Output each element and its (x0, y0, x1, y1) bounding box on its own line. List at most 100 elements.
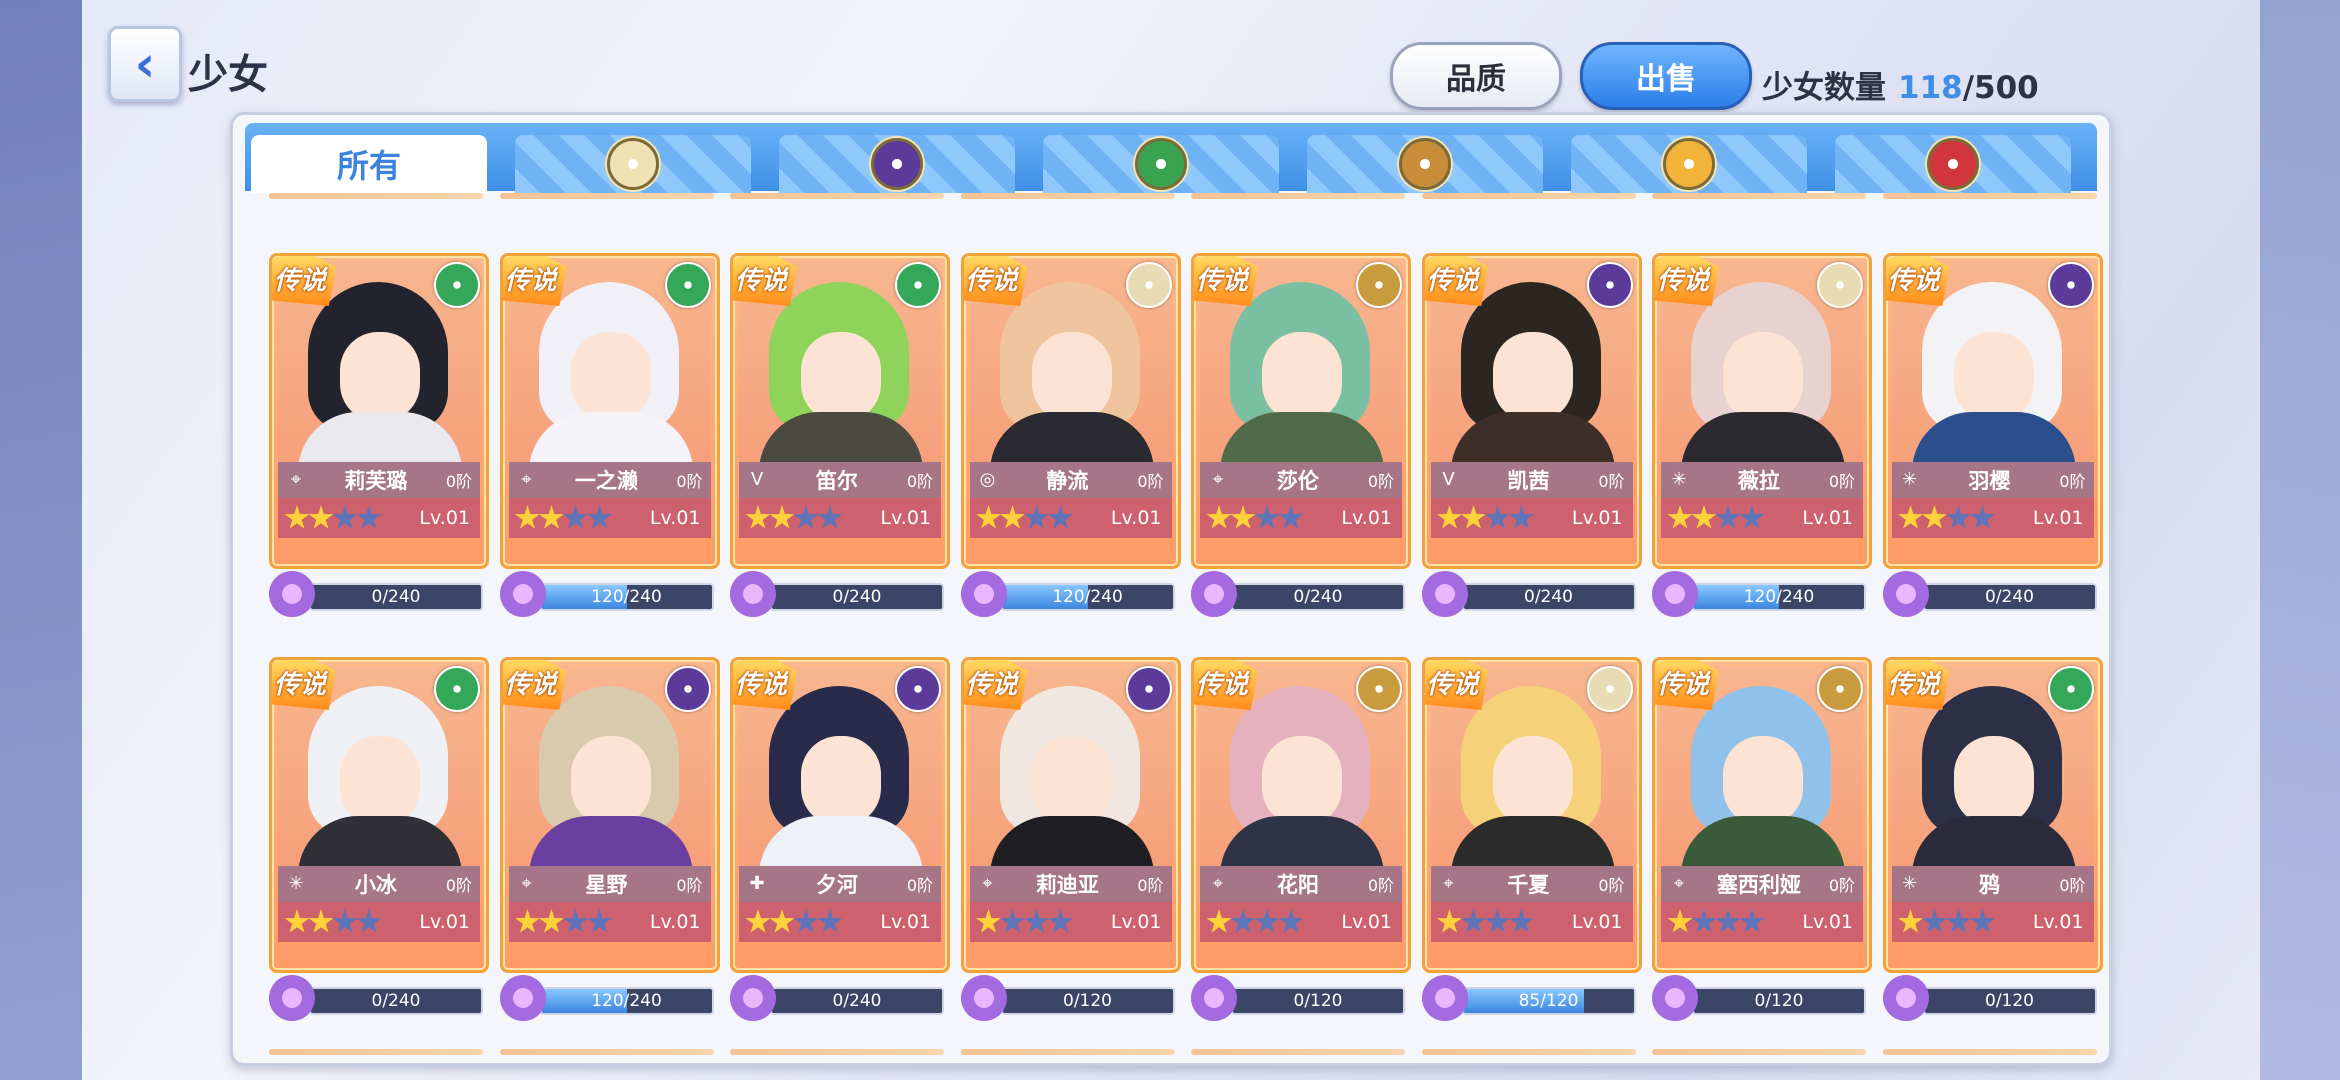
element-tab-bar: 所有 (245, 123, 2097, 193)
partial-card-edge (960, 1049, 1175, 1055)
girl-card[interactable]: 传说 ⌖ 莉芙璐 0阶 Lv.01 (269, 253, 489, 569)
girl-card[interactable]: 传说 ⌖ 千夏 0阶 Lv.01 (1421, 657, 1642, 973)
legend-rarity-badge: 传说 (1194, 660, 1258, 710)
fire-element-icon (1927, 138, 1979, 190)
fragment-icon (730, 571, 776, 617)
star-rating (745, 909, 843, 935)
star-icon (976, 909, 1001, 933)
partial-card-edge (499, 193, 714, 199)
fragment-bar: 0/240 (309, 583, 483, 611)
tab-dark-element[interactable] (779, 135, 1015, 193)
light-element-icon (607, 138, 659, 190)
portrait-face (340, 332, 420, 422)
girl-rank: 0阶 (906, 472, 933, 491)
girl-card[interactable]: 传说 ⌖ 星野 0阶 Lv.01 (499, 657, 720, 973)
star-icon (539, 909, 564, 933)
fragment-count: 0/240 (1985, 587, 2034, 607)
class-icon: ⌖ (521, 873, 532, 894)
girl-rank: 0阶 (1598, 472, 1625, 491)
girl-card[interactable]: 传说 V 凯茜 0阶 Lv.01 (1421, 253, 1642, 569)
tab-earth-element[interactable] (1307, 135, 1543, 193)
star-icon (308, 505, 334, 529)
fragment-bar: 0/120 (1231, 987, 1405, 1015)
star-icon (563, 909, 588, 933)
girl-card[interactable]: 传说 ✳ 小冰 0阶 Lv.01 (269, 657, 489, 973)
girl-card[interactable]: 传说 ⌖ 一之濑 0阶 Lv.01 (499, 253, 720, 569)
legend-rarity-badge: 传说 (502, 660, 567, 710)
star-rating (515, 909, 612, 935)
girl-name: 莎伦 (1276, 469, 1319, 493)
star-icon (356, 909, 382, 933)
girl-card[interactable]: 传说 ⌖ 花阳 0阶 Lv.01 (1191, 657, 1411, 973)
star-rating (284, 505, 382, 531)
girl-level: Lv.01 (2032, 911, 2084, 933)
back-button[interactable]: ‹ (108, 26, 182, 102)
element-icon (434, 666, 480, 712)
portrait-face (570, 736, 651, 826)
girl-level: Lv.01 (1110, 507, 1162, 529)
girl-card[interactable]: 传说 ⌖ 塞西利娅 0阶 Lv.01 (1652, 657, 1872, 973)
element-icon (1817, 666, 1863, 712)
stars-level-bar: Lv.01 (1430, 498, 1633, 538)
girl-card[interactable]: 传说 ✚ 夕河 0阶 Lv.01 (730, 657, 950, 973)
fragment-progress: 0/240 (730, 571, 944, 617)
tab-fire-element[interactable] (1835, 135, 2071, 193)
star-icon (587, 505, 612, 529)
stars-level-bar: Lv.01 (969, 902, 1172, 942)
fragment-count: 120/240 (1052, 587, 1123, 607)
star-icon (769, 505, 795, 529)
girl-name: 鸦 (1978, 873, 2000, 897)
star-icon (1437, 909, 1462, 933)
partial-card-edge (499, 1049, 714, 1055)
girl-name: 莉芙璐 (344, 469, 408, 493)
girl-card[interactable]: 传说 V 笛尔 0阶 Lv.01 (730, 253, 950, 569)
tab-fire-sun-element[interactable] (1571, 135, 1807, 193)
girl-name: 莉迪亚 (1035, 873, 1099, 897)
fragment-progress: 120/240 (499, 571, 714, 617)
element-icon (1356, 262, 1402, 308)
fragment-progress: 0/120 (960, 975, 1175, 1021)
star-icon (976, 505, 1001, 529)
tab-all[interactable]: 所有 (251, 135, 487, 193)
portrait-face (1031, 736, 1112, 826)
roster-panel: 所有 传说 ⌖ 莉芙璐 0阶 Lv.01 0/240 传说 ⌖ 一之濑 0阶 L… (230, 112, 2112, 1066)
class-icon: ✳ (1901, 469, 1918, 490)
star-icon (1461, 505, 1486, 529)
star-rating (976, 909, 1073, 935)
star-icon (1048, 909, 1073, 933)
star-rating (976, 505, 1073, 531)
star-rating (1667, 909, 1765, 935)
name-bar: ⌖ 一之濑 0阶 (508, 462, 711, 498)
tab-wind-element[interactable] (1043, 135, 1279, 193)
girl-name: 花阳 (1276, 873, 1319, 897)
girl-card[interactable]: 传说 ⌖ 莉迪亚 0阶 Lv.01 (960, 657, 1181, 973)
partial-card-edge (1652, 1049, 1866, 1055)
girl-rank: 0阶 (1367, 876, 1394, 895)
girl-card[interactable]: 传说 ✳ 羽樱 0阶 Lv.01 (1882, 253, 2103, 569)
fragment-icon (960, 571, 1007, 617)
left-backdrop (0, 0, 82, 1080)
girl-card[interactable]: 传说 ✳ 薇拉 0阶 Lv.01 (1652, 253, 1872, 569)
quality-filter-button[interactable]: 品质 (1390, 42, 1562, 110)
star-icon (1667, 909, 1693, 933)
chevron-left-icon: ‹ (134, 35, 156, 93)
girl-rank: 0阶 (445, 876, 472, 895)
fragment-icon (269, 975, 315, 1021)
partial-card-edge (1191, 1049, 1405, 1055)
fragment-count: 0/120 (1754, 991, 1804, 1011)
tab-light-element[interactable] (515, 135, 751, 193)
girl-card[interactable]: 传说 ⌖ 莎伦 0阶 Lv.01 (1191, 253, 1411, 569)
card-grid[interactable]: 传说 ⌖ 莉芙璐 0阶 Lv.01 0/240 传说 ⌖ 一之濑 0阶 Lv.0… (233, 193, 2109, 1063)
element-icon (1817, 262, 1863, 308)
partial-card-edge (1191, 193, 1405, 199)
girl-card[interactable]: 传说 ✳ 鸦 0阶 Lv.01 (1882, 657, 2103, 973)
fragment-count: 0/240 (371, 991, 421, 1011)
fragment-progress: 0/240 (1882, 571, 2097, 617)
name-bar: ✳ 小冰 0阶 (278, 866, 480, 902)
sell-button[interactable]: 出售 (1580, 42, 1752, 110)
name-bar: V 笛尔 0阶 (739, 462, 941, 498)
girl-level: Lv.01 (1571, 507, 1623, 529)
portrait-face (1723, 332, 1803, 422)
girl-card[interactable]: 传说 ◎ 静流 0阶 Lv.01 (960, 253, 1181, 569)
portrait-face (801, 736, 881, 826)
